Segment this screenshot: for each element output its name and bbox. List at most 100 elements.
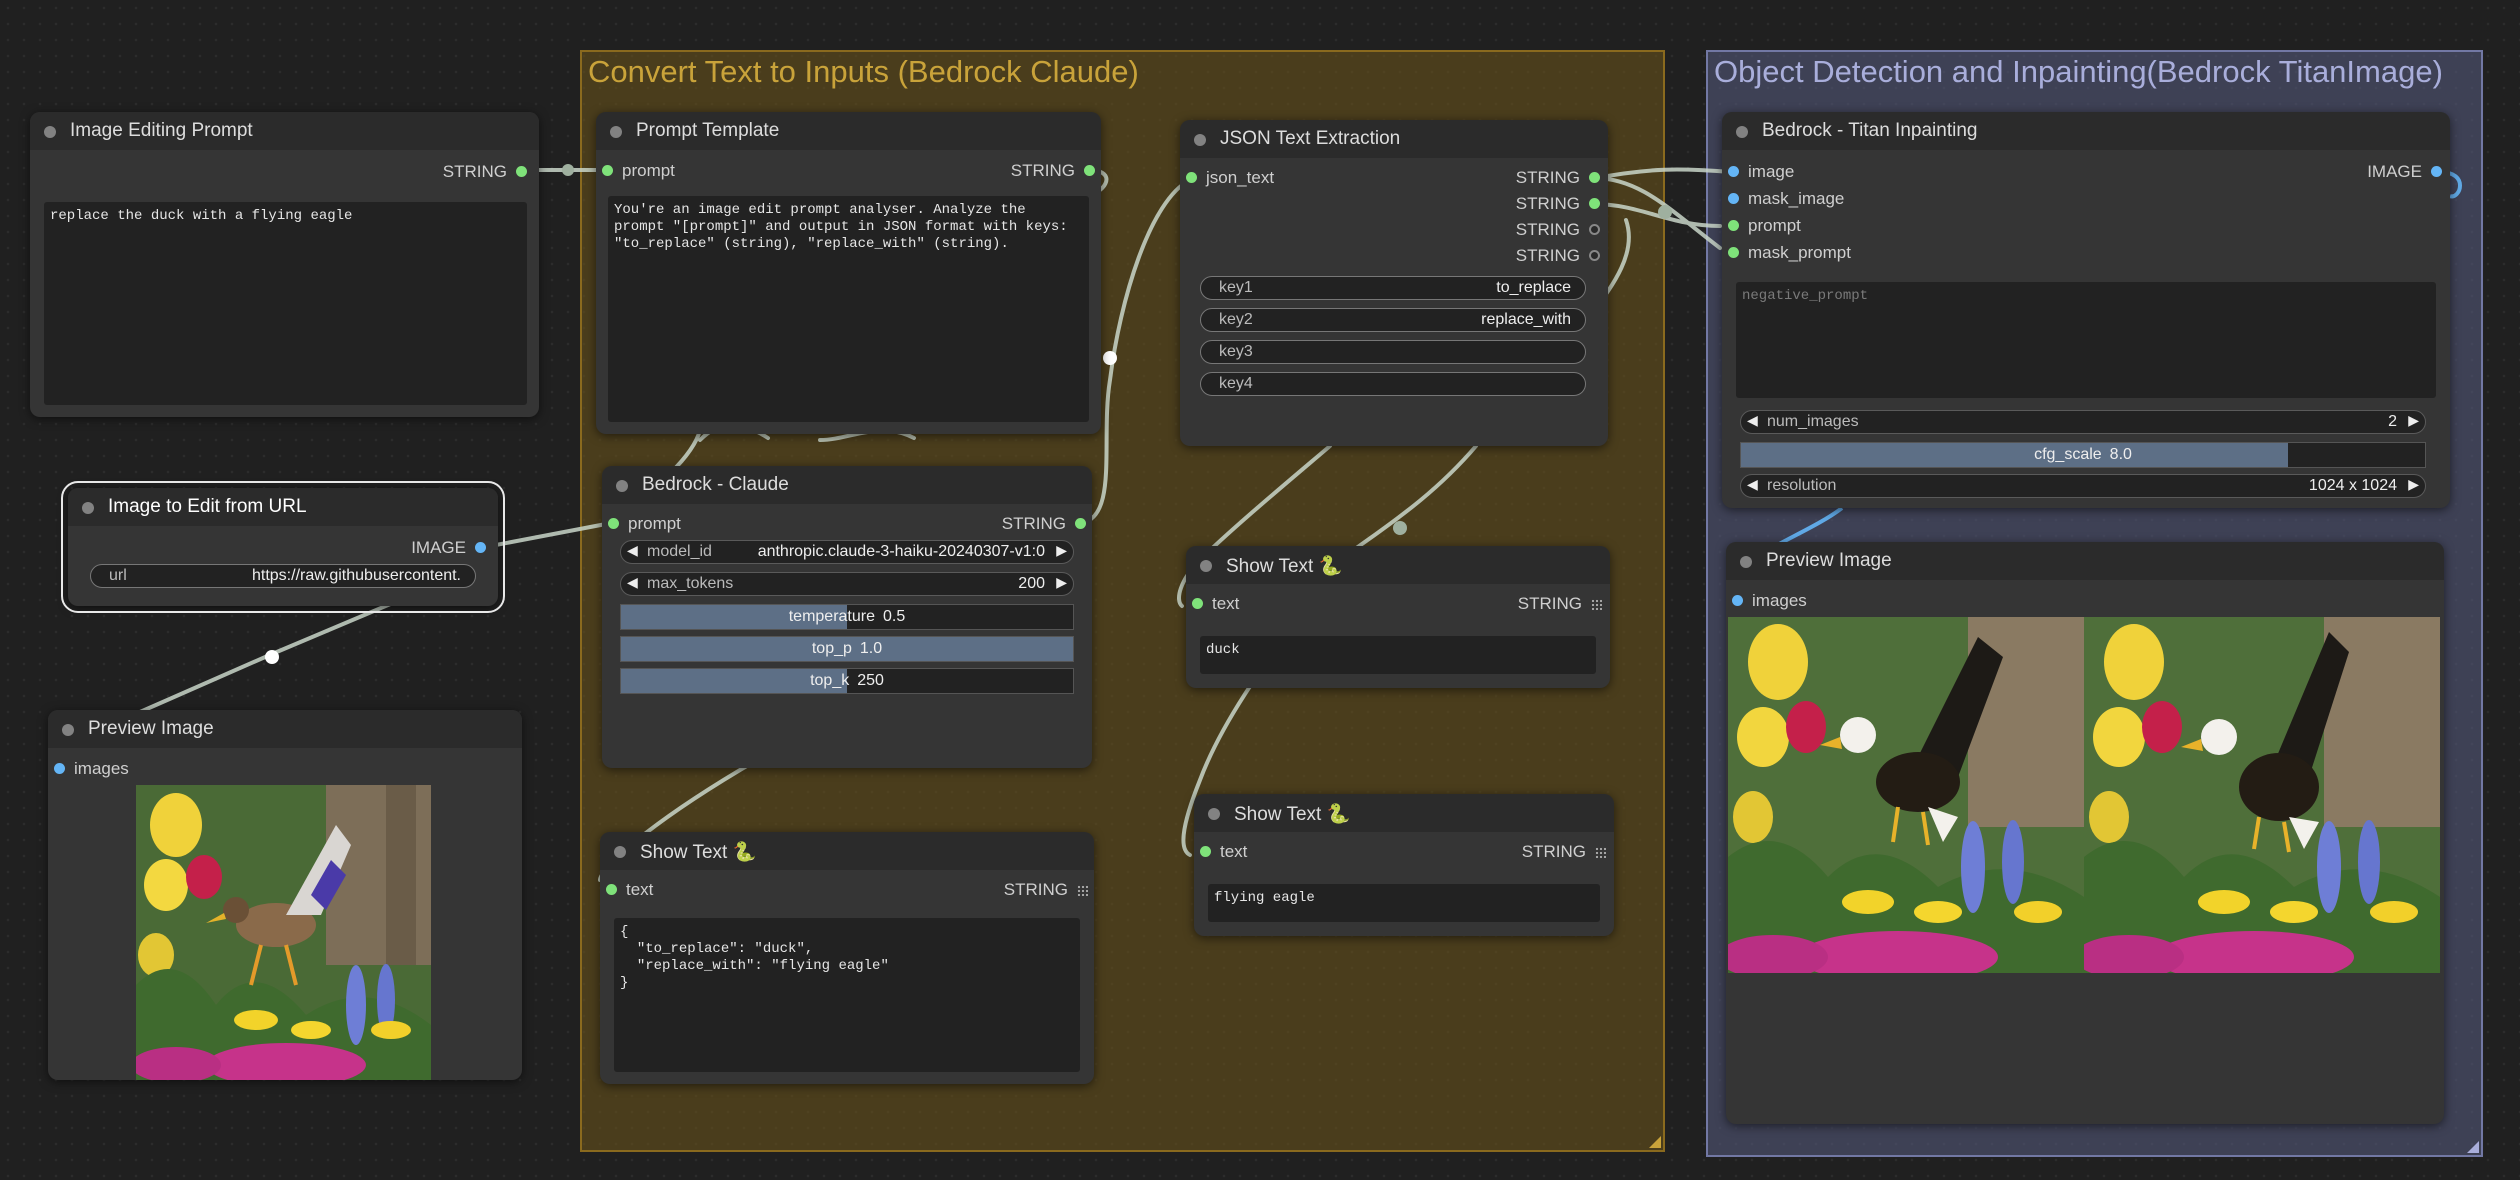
node-image-from-url[interactable]: Image to Edit from URL IMAGE url https:/… [61, 481, 505, 613]
output-port[interactable] [1589, 198, 1600, 209]
input-port[interactable] [54, 763, 65, 774]
resolution-select[interactable]: ◀ resolution 1024 x 1024 ▶ [1740, 474, 2426, 498]
node-header[interactable]: Show Text 🐍 [1186, 546, 1610, 584]
output-port[interactable] [516, 166, 527, 177]
input-images[interactable]: images [1732, 589, 1807, 613]
input-prompt[interactable]: prompt [602, 159, 675, 183]
template-textarea[interactable]: You're an image edit prompt analyser. An… [608, 196, 1089, 422]
increment-arrow-icon[interactable]: ▶ [1056, 574, 1067, 591]
key1-field[interactable]: key1 to_replace [1200, 276, 1586, 300]
output-string[interactable]: STRING [443, 160, 527, 184]
output-string[interactable]: STRING [1522, 840, 1606, 864]
cfg-scale-slider[interactable]: cfg_scale 8.0 [1740, 442, 2426, 468]
key3-field[interactable]: key3 [1200, 340, 1586, 364]
model-id-select[interactable]: ◀ model_id anthropic.claude-3-haiku-2024… [620, 540, 1074, 564]
input-port[interactable] [1728, 247, 1739, 258]
collapse-toggle[interactable] [1740, 556, 1752, 568]
preview-image-eagle-1[interactable] [1728, 617, 2084, 973]
negative-prompt-textarea[interactable]: negative_prompt [1736, 282, 2436, 398]
collapse-toggle[interactable] [1208, 808, 1220, 820]
link-reroute-dot[interactable] [265, 650, 279, 664]
output-string-1[interactable]: STRING [1516, 166, 1600, 190]
input-text[interactable]: text [1192, 592, 1239, 616]
output-string[interactable]: STRING [1002, 512, 1086, 536]
node-prompt-template[interactable]: Prompt Template prompt STRING You're an … [596, 112, 1101, 434]
input-port[interactable] [1728, 166, 1739, 177]
node-json-text-extraction[interactable]: JSON Text Extraction json_text STRING ST… [1180, 120, 1608, 446]
node-bedrock-claude[interactable]: Bedrock - Claude prompt STRING ◀ model_i… [602, 466, 1092, 768]
node-image-editing-prompt[interactable]: Image Editing Prompt STRING replace the … [30, 112, 539, 417]
node-show-text-duck[interactable]: Show Text 🐍 text STRING duck [1186, 546, 1610, 688]
input-port[interactable] [602, 165, 613, 176]
output-image[interactable]: IMAGE [411, 536, 486, 560]
input-port[interactable] [1186, 172, 1197, 183]
output-string-4[interactable]: STRING [1516, 244, 1600, 268]
node-titan-inpainting[interactable]: Bedrock - Titan Inpainting image mask_im… [1722, 112, 2450, 508]
grid-handle-icon[interactable] [1591, 599, 1602, 610]
link-midpoint[interactable] [1658, 205, 1672, 219]
output-port[interactable] [1589, 224, 1600, 235]
node-preview-image-left[interactable]: Preview Image images [48, 710, 522, 1080]
output-port[interactable] [1589, 172, 1600, 183]
temperature-slider[interactable]: temperature 0.5 [620, 604, 1074, 630]
input-port[interactable] [1192, 598, 1203, 609]
collapse-toggle[interactable] [44, 126, 56, 138]
node-show-text-json[interactable]: Show Text 🐍 text STRING { "to_replace": … [600, 832, 1094, 1084]
collapse-toggle[interactable] [616, 480, 628, 492]
node-header[interactable]: Bedrock - Titan Inpainting [1722, 112, 2450, 150]
url-field[interactable]: url https://raw.githubusercontent. [90, 564, 476, 588]
input-images[interactable]: images [54, 757, 129, 781]
input-port[interactable] [1728, 220, 1739, 231]
input-mask-image[interactable]: mask_image [1728, 187, 1844, 211]
preview-image-duck[interactable] [136, 785, 431, 1080]
output-port[interactable] [1589, 250, 1600, 261]
node-header[interactable]: Prompt Template [596, 112, 1101, 150]
input-text[interactable]: text [1200, 840, 1247, 864]
grid-handle-icon[interactable] [1595, 847, 1606, 858]
input-image[interactable]: image [1728, 160, 1794, 184]
num-images-input[interactable]: ◀ num_images 2 ▶ [1740, 410, 2426, 434]
link-midpoint[interactable] [1393, 521, 1407, 535]
link-reroute-dot[interactable] [1103, 351, 1117, 365]
grid-handle-icon[interactable] [1077, 885, 1088, 896]
input-port[interactable] [1200, 846, 1211, 857]
output-textarea[interactable]: duck [1200, 636, 1596, 674]
next-arrow-icon[interactable]: ▶ [2408, 476, 2419, 493]
output-string-2[interactable]: STRING [1516, 192, 1600, 216]
key2-field[interactable]: key2 replace_with [1200, 308, 1586, 332]
input-port[interactable] [608, 518, 619, 529]
node-header[interactable]: Show Text 🐍 [600, 832, 1094, 870]
collapse-toggle[interactable] [610, 126, 622, 138]
input-text[interactable]: text [606, 878, 653, 902]
node-header[interactable]: JSON Text Extraction [1180, 120, 1608, 158]
input-json-text[interactable]: json_text [1186, 166, 1274, 190]
input-port[interactable] [606, 884, 617, 895]
top-p-slider[interactable]: top_p 1.0 [620, 636, 1074, 662]
decrement-arrow-icon[interactable]: ◀ [1747, 412, 1758, 429]
output-port[interactable] [2431, 166, 2442, 177]
input-port[interactable] [1728, 193, 1739, 204]
output-image[interactable]: IMAGE [2367, 160, 2442, 184]
max-tokens-input[interactable]: ◀ max_tokens 200 ▶ [620, 572, 1074, 596]
output-port[interactable] [1075, 518, 1086, 529]
collapse-toggle[interactable] [1200, 560, 1212, 572]
key4-field[interactable]: key4 [1200, 372, 1586, 396]
output-string[interactable]: STRING [1518, 592, 1602, 616]
preview-image-eagle-2[interactable] [2084, 617, 2440, 973]
collapse-toggle[interactable] [82, 502, 94, 514]
collapse-toggle[interactable] [62, 724, 74, 736]
input-mask-prompt[interactable]: mask_prompt [1728, 241, 1851, 265]
output-textarea[interactable]: flying eagle [1208, 884, 1600, 922]
node-header[interactable]: Image to Edit from URL [68, 488, 498, 526]
node-header[interactable]: Image Editing Prompt [30, 112, 539, 150]
input-prompt[interactable]: prompt [1728, 214, 1801, 238]
node-header[interactable]: Bedrock - Claude [602, 466, 1092, 504]
output-string[interactable]: STRING [1004, 878, 1088, 902]
collapse-toggle[interactable] [1736, 126, 1748, 138]
node-preview-image-right[interactable]: Preview Image images [1726, 542, 2444, 1124]
collapse-toggle[interactable] [614, 846, 626, 858]
collapse-toggle[interactable] [1194, 134, 1206, 146]
node-show-text-eagle[interactable]: Show Text 🐍 text STRING flying eagle [1194, 794, 1614, 936]
input-prompt[interactable]: prompt [608, 512, 681, 536]
node-header[interactable]: Preview Image [1726, 542, 2444, 580]
